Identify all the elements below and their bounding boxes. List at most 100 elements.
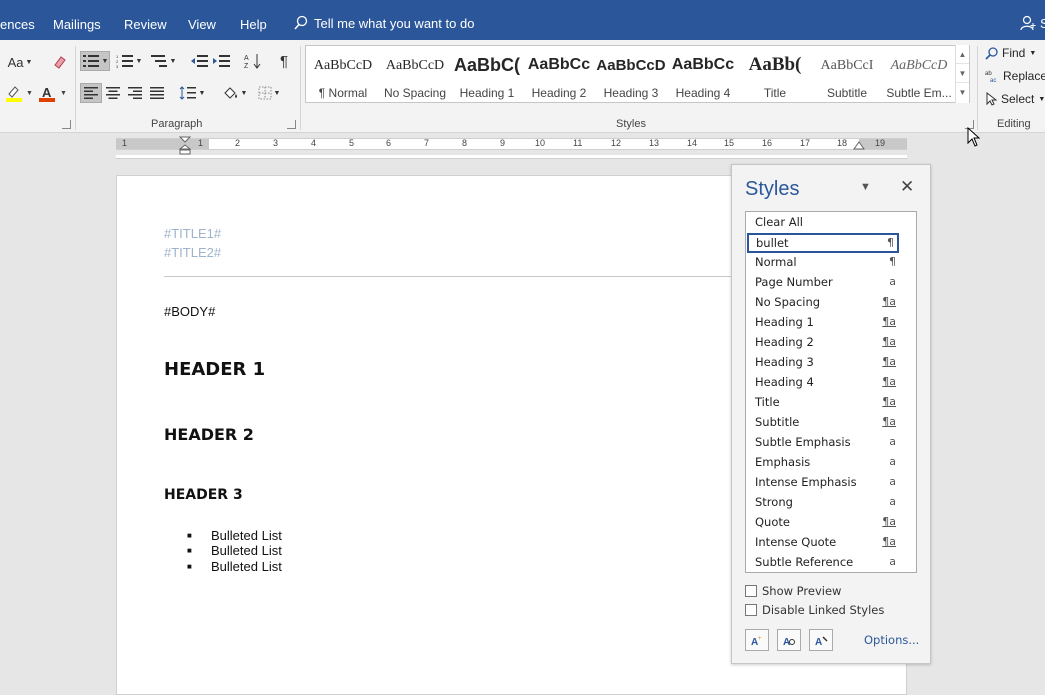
title2-placeholder[interactable]: #TITLE2# xyxy=(164,245,221,260)
gallery-item-subtitle[interactable]: AaBbCcI Subtitle xyxy=(811,46,883,102)
highlight-color-icon[interactable] xyxy=(3,83,25,103)
gallery-item-subtle-emphasis[interactable]: AaBbCcD Subtle Em... xyxy=(883,46,955,102)
style-item-name: Heading 3 xyxy=(755,355,814,369)
style-item[interactable]: Normal ¶ xyxy=(746,252,916,272)
header-1-text[interactable]: HEADER 1 xyxy=(164,359,265,380)
disable-linked-styles-checkbox[interactable]: Disable Linked Styles xyxy=(745,603,884,617)
style-item[interactable]: Subtle Emphasis a xyxy=(746,432,916,452)
gallery-item-title[interactable]: AaBb(Title xyxy=(739,46,811,102)
style-item[interactable]: Intense Emphasis a xyxy=(746,472,916,492)
new-style-button[interactable]: A + xyxy=(745,629,769,651)
style-item[interactable]: Heading 4 ¶a xyxy=(746,372,916,392)
font-color-icon[interactable]: A xyxy=(36,83,58,103)
disable-linked-label: Disable Linked Styles xyxy=(762,603,885,617)
gallery-item-heading-2[interactable]: AaBbCc Heading 2 xyxy=(523,46,595,102)
shading-button[interactable]: ▼ xyxy=(218,83,250,103)
checkbox-box[interactable] xyxy=(745,604,757,616)
multilevel-list-button[interactable]: ▼ xyxy=(148,51,178,71)
ruler-number: 8 xyxy=(462,138,468,148)
style-item[interactable]: Page Number a xyxy=(746,272,916,292)
style-item[interactable]: Subtitle ¶a xyxy=(746,412,916,432)
style-type-icon: ¶a xyxy=(882,535,896,548)
checkbox-box[interactable] xyxy=(745,585,757,597)
replace-icon: abac xyxy=(985,71,996,83)
decrease-indent-icon[interactable] xyxy=(189,51,211,71)
style-item[interactable]: Heading 2 ¶a xyxy=(746,332,916,352)
increase-indent-icon[interactable] xyxy=(211,51,233,71)
close-icon[interactable]: ✕ xyxy=(900,177,914,197)
tab-view[interactable]: View xyxy=(188,17,216,32)
align-center-icon[interactable] xyxy=(102,83,124,103)
gallery-name: Heading 4 xyxy=(675,86,731,100)
numbering-button[interactable]: 123 ▼ xyxy=(114,51,144,71)
tab-review[interactable]: Review xyxy=(124,17,167,32)
gallery-item-heading-1[interactable]: AaBbC(Heading 1 xyxy=(451,46,523,102)
chevron-down-icon[interactable]: ▼ xyxy=(860,181,871,193)
tell-me-text: Tell me what you want to do xyxy=(314,15,475,31)
indent-marker-icon[interactable] xyxy=(178,135,192,155)
align-right-icon[interactable] xyxy=(124,83,146,103)
gallery-item-heading-4[interactable]: AaBbCc Heading 4 xyxy=(667,46,739,102)
clear-formatting-icon[interactable] xyxy=(49,52,71,72)
tab-mailings[interactable]: Mailings xyxy=(53,17,101,32)
ruler-number: 11 xyxy=(573,138,583,148)
separator xyxy=(75,46,76,130)
style-item[interactable]: Heading 1 ¶a xyxy=(746,312,916,332)
tell-me-search[interactable]: Tell me what you want to do xyxy=(294,15,474,31)
find-button[interactable]: Find ▼ xyxy=(985,46,1036,60)
header-2-text[interactable]: HEADER 2 xyxy=(164,425,254,444)
style-item[interactable]: Heading 3 ¶a xyxy=(746,352,916,372)
list-item[interactable]: ■ Bulleted List xyxy=(187,528,282,543)
gallery-name: Heading 1 xyxy=(459,86,515,100)
bullets-button[interactable]: ▼ xyxy=(80,51,110,71)
header-3-text[interactable]: HEADER 3 xyxy=(164,487,243,503)
ruler-number: 2 xyxy=(235,138,241,148)
style-item[interactable]: Subtle Reference a xyxy=(746,552,916,572)
style-type-icon: ¶a xyxy=(882,295,896,308)
share-user[interactable]: S xyxy=(1020,15,1045,31)
manage-styles-button[interactable]: A xyxy=(809,629,833,651)
list-item[interactable]: ■ Bulleted List xyxy=(187,543,282,558)
style-item[interactable]: No Spacing ¶a xyxy=(746,292,916,312)
gallery-more-icon[interactable]: ▼ xyxy=(956,83,969,102)
gallery-scroll-down-icon[interactable]: ▼ xyxy=(956,64,969,83)
font-dialog-launcher-icon[interactable] xyxy=(62,120,71,129)
gallery-scroll-up-icon[interactable]: ▲ xyxy=(956,45,969,64)
gallery-item-normal[interactable]: AaBbCcD ¶ Normal xyxy=(307,46,379,102)
tab-help[interactable]: Help xyxy=(240,17,267,32)
style-item[interactable]: Clear All xyxy=(746,212,916,232)
replace-button[interactable]: ab ac Replace xyxy=(985,69,1045,83)
show-formatting-marks-icon[interactable]: ¶ xyxy=(273,51,295,71)
ruler-number: 3 xyxy=(273,138,279,148)
list-item[interactable]: ■ Bulleted List xyxy=(187,559,282,574)
style-item[interactable]: Strong a xyxy=(746,492,916,512)
borders-button[interactable]: ▼ xyxy=(253,83,285,103)
style-item[interactable]: Intense Quote ¶a xyxy=(746,532,916,552)
style-item[interactable]: Emphasis a xyxy=(746,452,916,472)
tab-references[interactable]: ences xyxy=(0,17,35,32)
style-item[interactable]: Quote ¶a xyxy=(746,512,916,532)
title1-placeholder[interactable]: #TITLE1# xyxy=(164,226,221,241)
select-button[interactable]: Select ▼ xyxy=(985,92,1045,106)
style-item[interactable]: bullet ¶ xyxy=(747,233,899,253)
paragraph-dialog-launcher-icon[interactable] xyxy=(287,120,296,129)
gallery-item-heading-3[interactable]: AaBbCcD Heading 3 xyxy=(595,46,667,102)
show-preview-checkbox[interactable]: Show Preview xyxy=(745,584,841,598)
gallery-item-no-spacing[interactable]: AaBbCcD No Spacing xyxy=(379,46,451,102)
line-spacing-button[interactable]: ▼ xyxy=(176,83,208,103)
sort-icon[interactable]: AZ xyxy=(242,51,264,71)
svg-text:A: A xyxy=(815,637,822,647)
change-case-button[interactable]: Aa ▼ xyxy=(5,52,35,72)
right-indent-marker-icon[interactable] xyxy=(852,141,866,151)
style-inspector-button[interactable]: A xyxy=(777,629,801,651)
body-placeholder[interactable]: #BODY# xyxy=(164,304,215,319)
justify-icon[interactable] xyxy=(146,83,168,103)
styles-pane-title: Styles xyxy=(745,178,800,200)
horizontal-ruler[interactable]: 1 1 2 3 4 5 6 7 8 9 10 11 12 13 14 15 16… xyxy=(116,138,907,150)
chevron-down-icon[interactable]: ▼ xyxy=(60,90,67,97)
style-item[interactable]: Title ¶a xyxy=(746,392,916,412)
options-link[interactable]: Options... xyxy=(864,633,919,647)
chevron-down-icon[interactable]: ▼ xyxy=(26,90,33,97)
align-left-icon[interactable] xyxy=(80,83,102,103)
gallery-sample: AaBbCc xyxy=(671,56,735,73)
